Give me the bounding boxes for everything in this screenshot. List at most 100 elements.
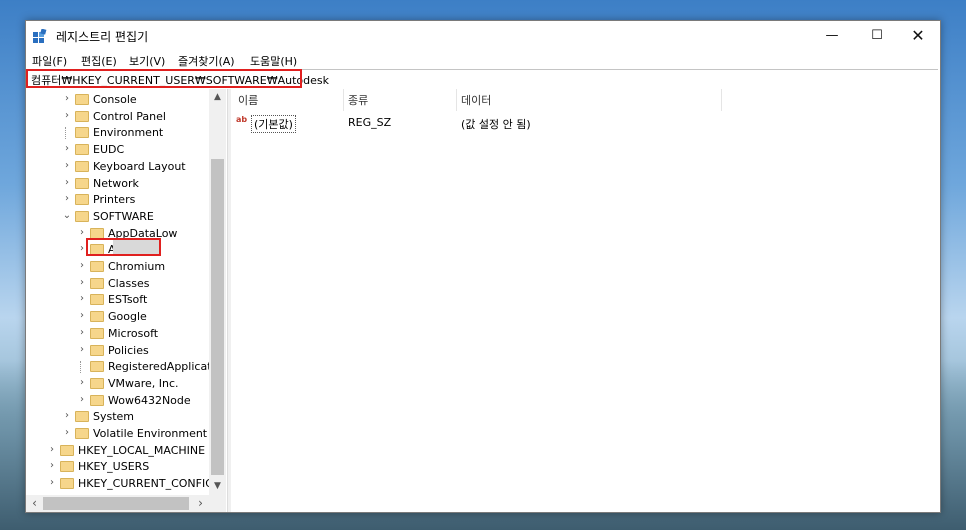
vertical-scroll-thumb[interactable] [211, 159, 224, 475]
folder-icon [75, 194, 89, 206]
folder-icon [75, 210, 89, 222]
chevron-right-icon[interactable]: › [47, 460, 57, 471]
key-tree-pane[interactable]: › Console › Control Panel Environment › EUDC › K… [26, 89, 227, 512]
tree-item-label: SOFTWARE [93, 209, 154, 223]
value-data: (값 설정 안 됨) [461, 118, 531, 131]
chevron-right-icon[interactable]: › [62, 110, 72, 121]
tree-item-label: EUDC [93, 143, 125, 157]
folder-icon [75, 160, 89, 172]
tree-item-label: Microsoft [108, 326, 159, 340]
tree-item-label: Printers [93, 193, 136, 207]
chevron-right-icon[interactable]: › [62, 93, 72, 104]
chevron-right-icon[interactable]: › [77, 377, 87, 388]
title-bar[interactable]: 레지스트리 편집기 — ☐ ✕ [26, 21, 940, 51]
column-separator[interactable] [343, 89, 344, 111]
horizontal-scroll-thumb[interactable] [43, 497, 189, 510]
selected-key-highlight-box [86, 238, 161, 256]
tree-item-label: VMware, Inc. [108, 376, 179, 390]
tree-item-label: Classes [108, 276, 150, 290]
tree-item-label: HKEY_LOCAL_MACHINE [78, 443, 206, 457]
tree-item-label: RegisteredApplicatic [108, 360, 221, 374]
scroll-left-arrow-icon[interactable]: ‹ [26, 495, 43, 512]
maximize-button[interactable]: ☐ [855, 21, 899, 51]
scroll-right-arrow-icon[interactable]: › [192, 495, 209, 512]
address-highlight-box [26, 69, 302, 88]
chevron-right-icon[interactable]: › [47, 444, 57, 455]
chevron-right-icon[interactable]: › [77, 260, 87, 271]
tree-item-label: Policies [108, 343, 149, 357]
close-button[interactable]: ✕ [896, 21, 940, 51]
address-bar[interactable]: 컴퓨터₩HKEY_CURRENT_USER₩SOFTWARE₩Autodesk [26, 69, 938, 90]
column-separator[interactable] [721, 89, 722, 111]
column-header-data[interactable]: 데이터 [461, 92, 491, 108]
folder-icon [90, 277, 104, 289]
folder-icon [75, 94, 89, 105]
tree-vertical-scrollbar[interactable]: ▲ ▼ [209, 89, 226, 495]
folder-icon [90, 361, 104, 373]
chevron-right-icon[interactable]: › [77, 293, 87, 304]
column-separator[interactable] [456, 89, 457, 111]
menu-favorites[interactable]: 즐겨찾기(A) [178, 53, 235, 69]
folder-icon [90, 344, 104, 356]
chevron-right-icon[interactable]: › [77, 344, 87, 355]
menu-edit[interactable]: 편집(E) [81, 53, 117, 69]
tree-horizontal-scrollbar[interactable]: ‹ › [26, 495, 209, 512]
tree-item-label: Wow6432Node [108, 393, 191, 407]
folder-icon [75, 177, 89, 189]
chevron-right-icon[interactable]: › [62, 143, 72, 154]
tree-item-label: Console [93, 93, 137, 106]
folder-icon [60, 444, 74, 456]
tree-item-label: Volatile Environment [93, 427, 208, 440]
menu-file[interactable]: 파일(F) [32, 53, 67, 69]
folder-icon [90, 327, 104, 339]
menu-view[interactable]: 보기(V) [129, 53, 165, 69]
chevron-right-icon[interactable]: › [77, 327, 87, 338]
registry-editor-window: 레지스트리 편집기 — ☐ ✕ 파일(F) 편집(E) 보기(V) 즐겨찾기(A… [25, 20, 941, 513]
value-type: REG_SZ [348, 116, 392, 129]
menu-help[interactable]: 도움말(H) [250, 53, 297, 69]
folder-icon [75, 411, 89, 423]
tree-item-label: Google [108, 310, 147, 324]
chevron-right-icon[interactable]: › [77, 394, 87, 405]
chevron-right-icon[interactable]: › [62, 427, 72, 438]
tree-connector-line [80, 361, 82, 374]
chevron-right-icon[interactable]: › [62, 410, 72, 421]
column-header-type[interactable]: 종류 [348, 92, 368, 108]
column-header-name[interactable]: 이름 [238, 92, 258, 108]
chevron-right-icon[interactable]: › [62, 160, 72, 171]
tree-item-label: System [93, 410, 135, 424]
folder-icon [75, 127, 89, 139]
registry-app-icon [33, 29, 47, 43]
tree-item-label: Keyboard Layout [93, 159, 186, 173]
chevron-down-icon[interactable]: ⌄ [62, 210, 72, 221]
folder-icon [90, 227, 104, 239]
tree-item-label: Control Panel [93, 109, 166, 123]
chevron-right-icon[interactable]: › [77, 277, 87, 288]
tree-connector-line [65, 127, 67, 140]
chevron-right-icon[interactable]: › [77, 227, 87, 238]
chevron-right-icon[interactable]: › [47, 477, 57, 488]
chevron-right-icon[interactable]: › [62, 177, 72, 188]
tree-item-label: Chromium [108, 260, 166, 273]
tree-item-label: Network [93, 176, 139, 190]
folder-icon [90, 294, 104, 306]
folder-icon [75, 144, 89, 156]
values-list-pane[interactable]: 이름 종류 데이터 ab (기본값) REG_SZ (값 설정 안 됨) [231, 89, 940, 512]
minimize-button[interactable]: — [810, 21, 854, 51]
folder-icon [60, 461, 74, 473]
folder-icon [90, 377, 104, 389]
value-name[interactable]: (기본값) [251, 115, 296, 133]
scroll-down-arrow-icon[interactable]: ▼ [209, 478, 226, 495]
folder-icon [90, 261, 104, 272]
folder-icon [75, 110, 89, 122]
window-title: 레지스트리 편집기 [56, 30, 149, 44]
folder-icon [90, 394, 104, 406]
tree-item-label: HKEY_USERS [78, 460, 150, 474]
chevron-right-icon[interactable]: › [77, 310, 87, 321]
tree-item-label: HKEY_CURRENT_CONFIG [78, 477, 214, 491]
scroll-up-arrow-icon[interactable]: ▲ [209, 89, 226, 106]
chevron-right-icon[interactable]: › [62, 193, 72, 204]
value-row[interactable]: ab (기본값) REG_SZ (값 설정 안 됨) [231, 113, 940, 133]
scrollbar-corner [209, 495, 226, 512]
string-value-icon: ab [236, 115, 248, 124]
